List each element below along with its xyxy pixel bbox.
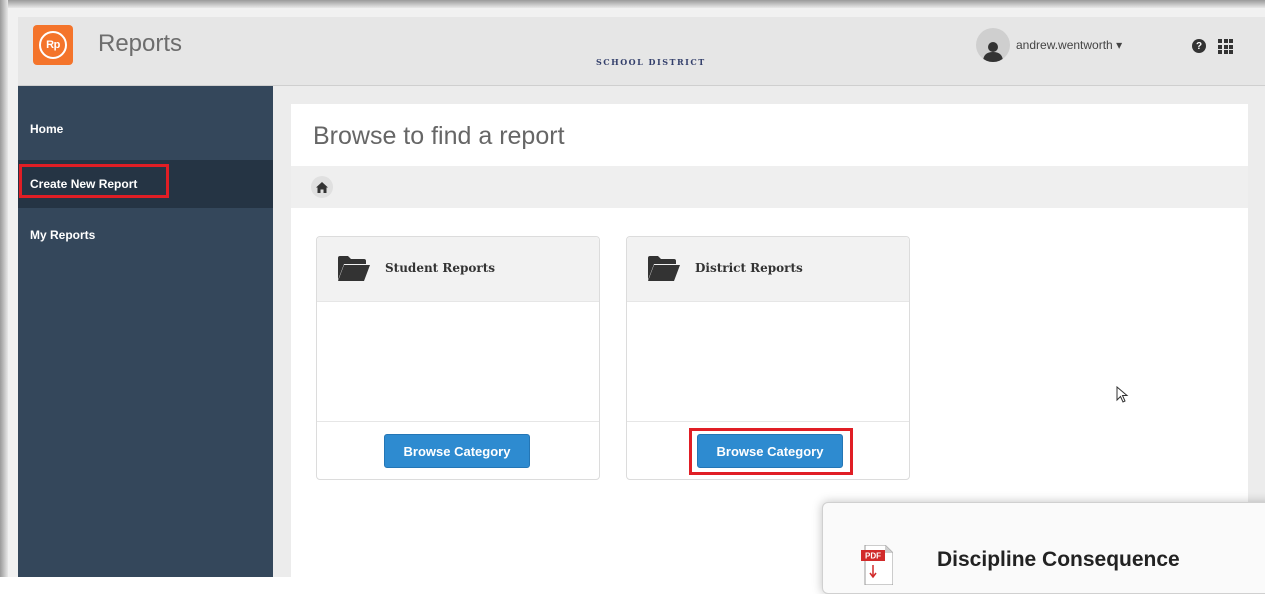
sidebar-item-my-reports[interactable]: My Reports — [18, 214, 273, 256]
sidebar: Home Create New Report My Reports — [18, 86, 273, 577]
user-menu[interactable]: andrew.wentworth ▾ — [1016, 38, 1122, 52]
card-footer: Browse Category — [627, 421, 909, 481]
card-header: Student Reports — [317, 237, 599, 302]
app-logo-mark: Rp — [39, 31, 67, 59]
card-footer: Browse Category — [317, 421, 599, 481]
help-icon[interactable]: ? — [1192, 39, 1206, 53]
pdf-icon-label: PDF — [865, 552, 881, 561]
folder-open-icon — [338, 256, 370, 281]
page-title: Browse to find a report — [313, 122, 565, 150]
folder-open-icon — [648, 256, 680, 281]
annotation-highlight-box — [689, 428, 853, 475]
apps-grid-icon[interactable] — [1218, 39, 1233, 54]
category-card-district-reports: District Reports Browse Category — [626, 236, 910, 480]
user-avatar-icon[interactable] — [976, 28, 1010, 62]
card-title: District Reports — [695, 261, 803, 275]
report-preview-card[interactable]: PDF Discipline Consequence — [822, 502, 1265, 594]
sidebar-item-label: Home — [30, 122, 64, 136]
card-title: Student Reports — [385, 261, 496, 275]
app-title: Reports — [98, 30, 183, 57]
sidebar-item-label: My Reports — [30, 228, 96, 242]
pdf-file-icon: PDF — [861, 545, 893, 585]
card-header: District Reports — [627, 237, 909, 302]
district-label: SCHOOL DISTRICT — [596, 57, 706, 67]
chevron-down-icon: ▾ — [1116, 38, 1123, 52]
home-icon[interactable] — [311, 176, 333, 198]
sidebar-item-home[interactable]: Home — [18, 108, 273, 150]
user-name: andrew.wentworth — [1016, 38, 1113, 52]
top-header: Rp Reports SCHOOL DISTRICT andrew.wentwo… — [18, 17, 1265, 86]
browse-category-button[interactable]: Browse Category — [384, 434, 530, 468]
category-card-student-reports: Student Reports Browse Category — [316, 236, 600, 480]
report-title: Discipline Consequence — [937, 548, 1180, 571]
breadcrumb — [291, 166, 1248, 208]
app-logo[interactable]: Rp — [33, 25, 73, 65]
mouse-cursor-icon — [1116, 386, 1129, 403]
annotation-highlight-box — [19, 164, 169, 198]
